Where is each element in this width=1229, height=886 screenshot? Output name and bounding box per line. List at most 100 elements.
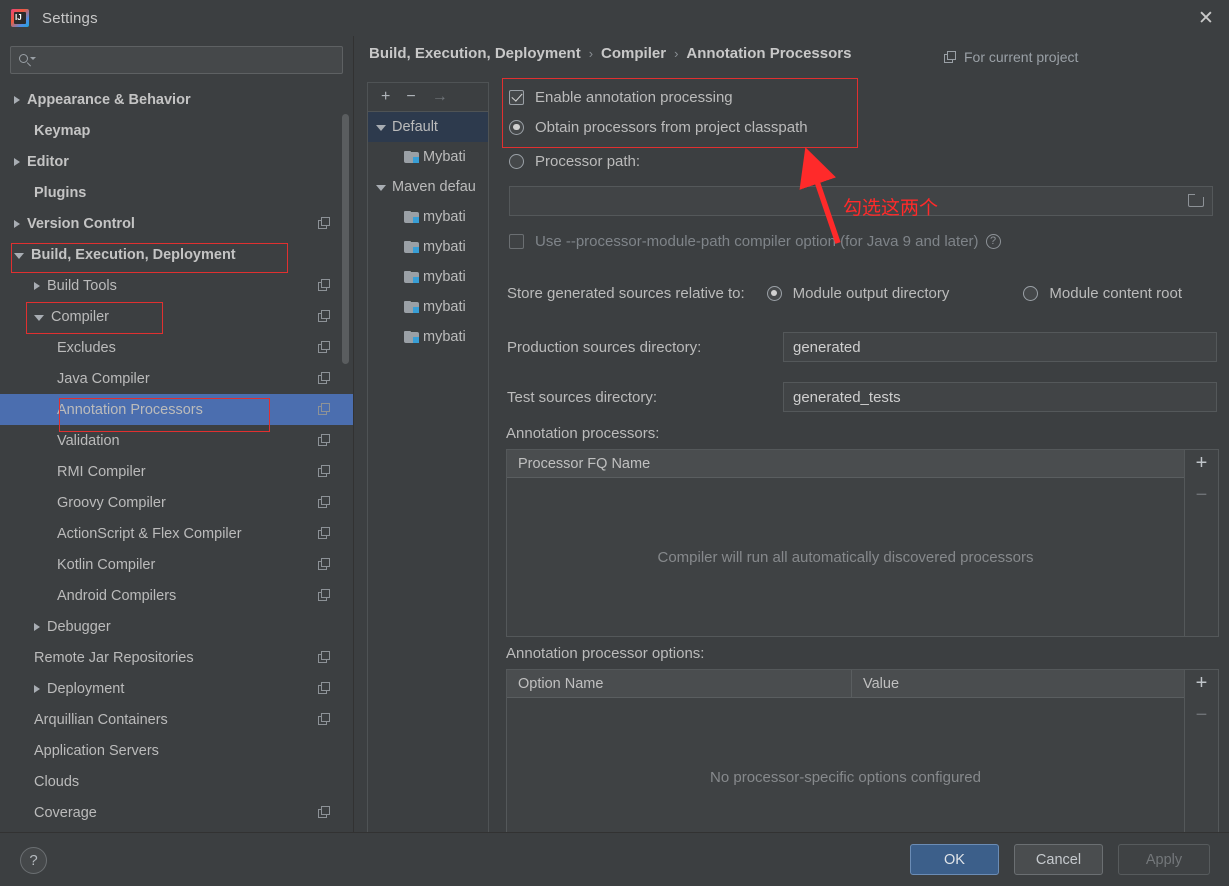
profile-item-label: mybati (423, 239, 466, 255)
chevron-down-icon[interactable] (14, 252, 24, 259)
chevron-right-icon[interactable] (34, 622, 40, 631)
chevron-right-icon[interactable] (34, 281, 40, 290)
chevron-right-icon[interactable] (34, 684, 40, 693)
sidebar-item-groovy-compiler[interactable]: Groovy Compiler (0, 487, 353, 518)
sidebar-item-kotlin-compiler[interactable]: Kotlin Compiler (0, 549, 353, 580)
sidebar-item-coverage[interactable]: Coverage (0, 797, 353, 828)
sidebar-item-android-compilers[interactable]: Android Compilers (0, 580, 353, 611)
profile-item[interactable]: mybati (368, 232, 488, 262)
ok-button[interactable]: OK (910, 844, 999, 875)
copy-settings-icon[interactable] (318, 527, 331, 540)
test-sources-input[interactable]: generated_tests (783, 382, 1217, 412)
module-folder-icon (404, 151, 419, 163)
chevron-down-icon[interactable] (376, 125, 386, 131)
apply-button[interactable]: Apply (1118, 844, 1210, 875)
copy-settings-icon[interactable] (318, 682, 331, 695)
copy-settings-icon[interactable] (318, 806, 331, 819)
add-option-button[interactable]: + (1196, 673, 1208, 693)
test-sources-row: Test sources directory: generated_tests (507, 382, 1219, 412)
chevron-down-icon[interactable] (34, 314, 44, 321)
module-folder-icon (404, 331, 419, 343)
add-profile-button[interactable]: + (381, 89, 390, 105)
copy-settings-icon[interactable] (318, 310, 331, 323)
chevron-right-icon[interactable] (14, 95, 20, 104)
chevron-right-icon[interactable] (14, 157, 20, 166)
enable-annotation-processing-checkbox[interactable] (509, 89, 524, 105)
profile-item-label: mybati (423, 329, 466, 345)
copy-settings-icon[interactable] (318, 434, 331, 447)
sidebar-item-rmi-compiler[interactable]: RMI Compiler (0, 456, 353, 487)
sidebar-item-debugger[interactable]: Debugger (0, 611, 353, 642)
table-header-row: Processor FQ Name (507, 450, 1184, 478)
obtain-from-classpath-row[interactable]: Obtain processors from project classpath (509, 112, 1219, 142)
profile-item[interactable]: mybati (368, 292, 488, 322)
processor-path-radio[interactable] (509, 153, 524, 169)
sidebar-scrollbar[interactable] (342, 114, 349, 364)
copy-settings-icon[interactable] (318, 403, 331, 416)
remove-profile-button[interactable]: − (406, 89, 415, 105)
profile-item[interactable]: mybati (368, 322, 488, 352)
profile-item[interactable]: mybati (368, 202, 488, 232)
search-box[interactable] (10, 46, 343, 74)
sidebar-item-build-execution-deployment[interactable]: Build, Execution, Deployment (0, 239, 353, 270)
use-module-path-checkbox[interactable] (509, 233, 524, 249)
copy-settings-icon[interactable] (318, 496, 331, 509)
sidebar-item-appearance-behavior[interactable]: Appearance & Behavior (0, 84, 353, 115)
cancel-button[interactable]: Cancel (1014, 844, 1103, 875)
sidebar-item-annotation-processors[interactable]: Annotation Processors (0, 394, 353, 425)
add-processor-button[interactable]: + (1196, 453, 1208, 473)
processor-path-label: Processor path: (535, 152, 641, 170)
sidebar-item-version-control[interactable]: Version Control (0, 208, 353, 239)
chevron-down-icon[interactable] (376, 185, 386, 191)
sidebar-item-java-compiler[interactable]: Java Compiler (0, 363, 353, 394)
use-module-path-row[interactable]: Use --processor-module-path compiler opt… (509, 226, 1001, 256)
sidebar-item-build-tools[interactable]: Build Tools (0, 270, 353, 301)
processor-path-input[interactable] (509, 186, 1213, 216)
copy-settings-icon[interactable] (318, 558, 331, 571)
folder-browse-icon[interactable] (1188, 194, 1205, 208)
sidebar-item-validation[interactable]: Validation (0, 425, 353, 456)
copy-settings-icon[interactable] (318, 651, 331, 664)
sidebar-item-plugins[interactable]: Plugins (0, 177, 353, 208)
help-button[interactable]: ? (20, 847, 47, 874)
profile-item[interactable]: Maven defau (368, 172, 488, 202)
copy-settings-icon[interactable] (318, 589, 331, 602)
profile-item[interactable]: Mybati (368, 142, 488, 172)
profile-item[interactable]: Default (368, 112, 488, 142)
copy-settings-icon[interactable] (318, 465, 331, 478)
copy-settings-icon[interactable] (318, 279, 331, 292)
sidebar-item-compiler[interactable]: Compiler (0, 301, 353, 332)
profile-item[interactable]: mybati (368, 262, 488, 292)
sidebar-item-actionscript-flex-compiler[interactable]: ActionScript & Flex Compiler (0, 518, 353, 549)
copy-settings-icon[interactable] (318, 217, 331, 230)
settings-tree: Appearance & Behavior Keymap Editor Plugins… (0, 84, 353, 828)
copy-settings-icon[interactable] (318, 341, 331, 354)
processor-path-row[interactable]: Processor path: (509, 146, 1219, 176)
annotation-processors-empty-text: Compiler will run all automatically disc… (657, 548, 1034, 566)
copy-settings-icon[interactable] (318, 372, 331, 385)
module-output-directory-radio[interactable] (766, 285, 782, 301)
production-sources-input[interactable]: generated (783, 332, 1217, 362)
sidebar-item-keymap[interactable]: Keymap (0, 115, 353, 146)
module-output-directory-option[interactable]: Module output directory (766, 285, 949, 302)
remove-processor-button[interactable]: − (1196, 485, 1208, 505)
sidebar-item-label: Compiler (51, 308, 110, 325)
sidebar-item-application-servers[interactable]: Application Servers (0, 735, 353, 766)
sidebar-item-editor[interactable]: Editor (0, 146, 353, 177)
chevron-right-icon[interactable] (14, 219, 20, 228)
obtain-from-classpath-radio[interactable] (509, 119, 524, 135)
sidebar-item-clouds[interactable]: Clouds (0, 766, 353, 797)
module-content-root-option[interactable]: Module content root (1023, 285, 1182, 302)
help-circle-icon[interactable]: ? (985, 233, 1001, 249)
move-profile-button[interactable]: → (432, 89, 448, 105)
module-content-root-radio[interactable] (1023, 285, 1039, 301)
sidebar-item-arquillian-containers[interactable]: Arquillian Containers (0, 704, 353, 735)
search-input[interactable] (39, 52, 334, 68)
sidebar-item-remote-jar-repositories[interactable]: Remote Jar Repositories (0, 642, 353, 673)
remove-option-button[interactable]: − (1196, 705, 1208, 725)
enable-annotation-processing-row[interactable]: Enable annotation processing (509, 82, 1219, 112)
close-icon[interactable]: ✕ (1183, 0, 1229, 36)
sidebar-item-excludes[interactable]: Excludes (0, 332, 353, 363)
sidebar-item-deployment[interactable]: Deployment (0, 673, 353, 704)
copy-settings-icon[interactable] (318, 713, 331, 726)
